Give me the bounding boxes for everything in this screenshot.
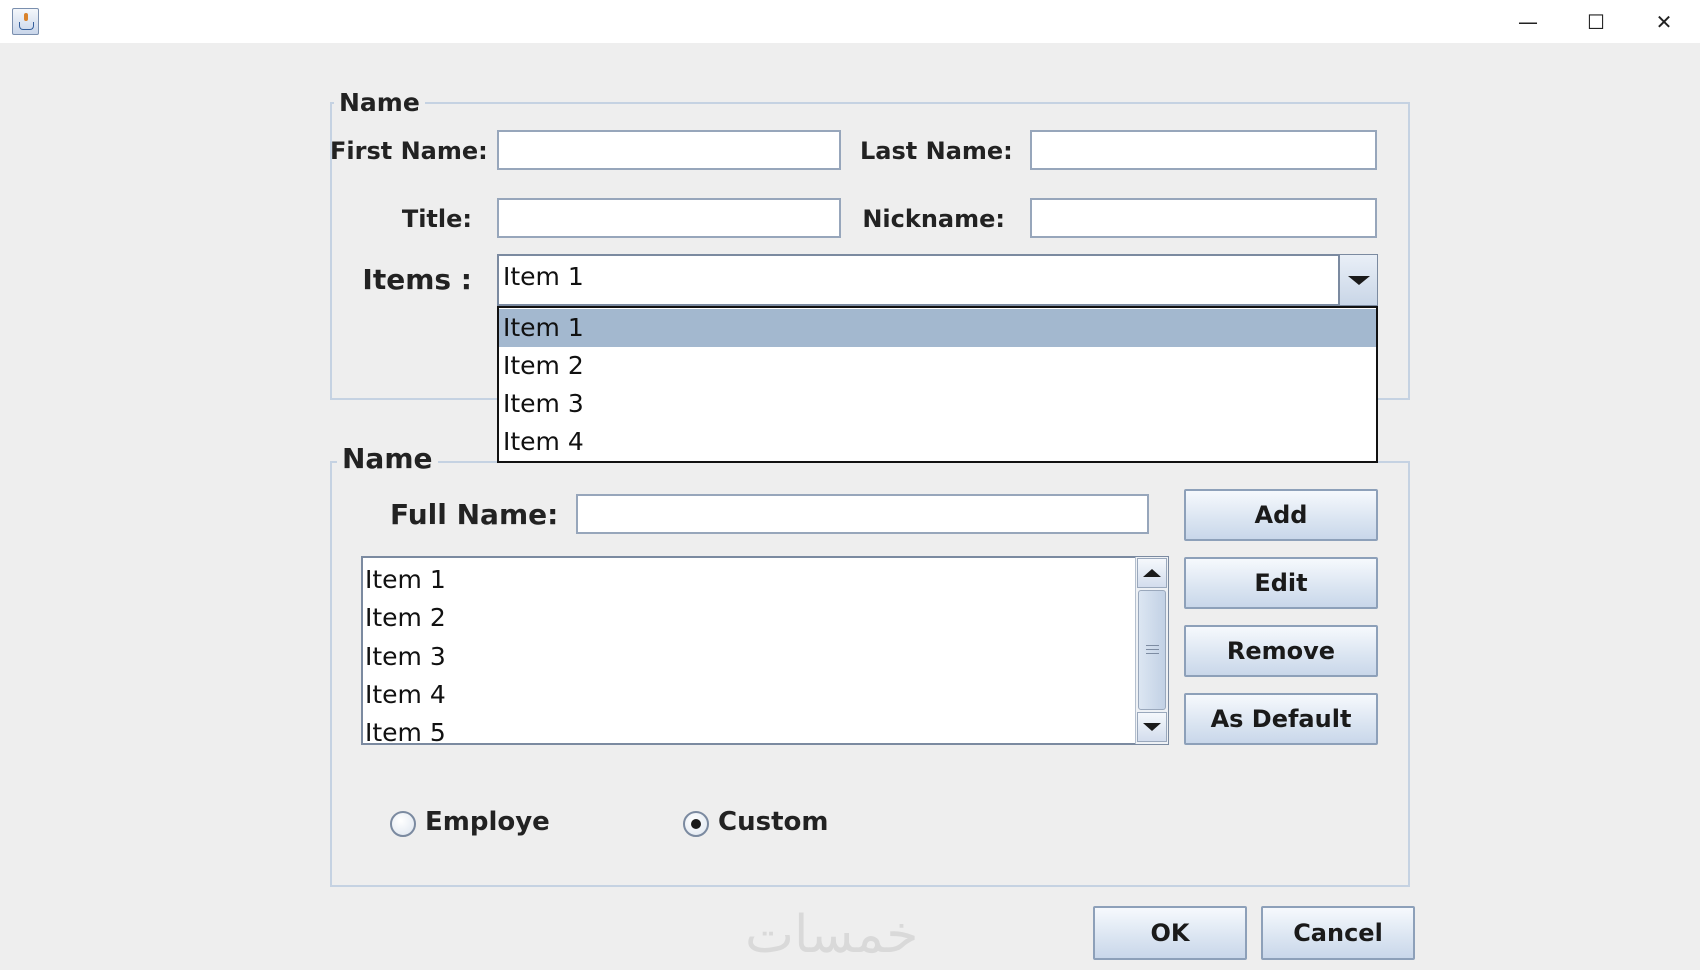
first-name-input[interactable]	[499, 132, 839, 168]
list-group-legend: Name	[337, 442, 438, 475]
last-name-label: Last Name:	[860, 137, 1013, 165]
add-button[interactable]: Add	[1184, 489, 1378, 541]
dropdown-option[interactable]: Item 4	[499, 423, 1376, 461]
scrollbar-thumb[interactable]	[1138, 590, 1166, 710]
chevron-up-icon	[1143, 569, 1161, 577]
watermark-logo: خمسات	[745, 905, 919, 965]
radio-employe-label[interactable]: Employe	[425, 807, 550, 837]
dropdown-option[interactable]: Item 1	[499, 309, 1376, 347]
list-item[interactable]: Item 3	[365, 638, 446, 676]
list-item[interactable]: Item 5	[365, 714, 446, 743]
radio-employe[interactable]	[390, 811, 416, 837]
last-name-input[interactable]	[1032, 132, 1375, 168]
last-name-field[interactable]	[1030, 130, 1377, 170]
chevron-down-icon	[1347, 275, 1370, 285]
first-name-label: First Name:	[330, 137, 488, 165]
items-label: Items :	[362, 263, 472, 296]
radio-custom-label[interactable]: Custom	[718, 807, 828, 837]
list-item[interactable]: Item 2	[365, 599, 446, 637]
title-label: Title:	[401, 205, 472, 233]
scroll-up-button[interactable]	[1137, 558, 1167, 588]
combo-dropdown-button[interactable]	[1338, 255, 1377, 305]
combo-selected-value: Item 1	[503, 262, 584, 291]
nickname-label: Nickname:	[862, 205, 1005, 233]
title-bar	[0, 0, 1700, 43]
list-item[interactable]: Item 4	[365, 676, 446, 714]
dropdown-option[interactable]: Item 3	[499, 385, 1376, 423]
remove-button[interactable]: Remove	[1184, 625, 1378, 677]
scroll-down-button[interactable]	[1137, 712, 1167, 742]
full-name-field[interactable]	[576, 494, 1149, 534]
first-name-field[interactable]	[497, 130, 841, 170]
name-group-legend: Name	[334, 88, 425, 117]
ok-button[interactable]: OK	[1093, 906, 1247, 960]
list-item[interactable]: Item 1	[365, 561, 446, 599]
as-default-button[interactable]: As Default	[1184, 693, 1378, 745]
close-button[interactable]: ✕	[1630, 0, 1698, 43]
maximize-button[interactable]: ☐	[1562, 0, 1630, 43]
items-combobox[interactable]	[497, 254, 1378, 306]
list-scrollbar[interactable]	[1135, 557, 1168, 744]
title-field[interactable]	[497, 198, 841, 238]
full-name-label: Full Name:	[390, 498, 559, 531]
full-name-input[interactable]	[578, 496, 1147, 532]
dropdown-option[interactable]: Item 2	[499, 347, 1376, 385]
java-app-icon	[12, 8, 39, 35]
title-input[interactable]	[499, 200, 839, 236]
radio-custom[interactable]	[683, 811, 709, 837]
chevron-down-icon	[1143, 723, 1161, 731]
edit-button[interactable]: Edit	[1184, 557, 1378, 609]
items-list[interactable]: Item 1 Item 2 Item 3 Item 4 Item 5	[361, 556, 1169, 745]
minimize-button[interactable]: —	[1494, 0, 1562, 43]
items-dropdown-popup[interactable]: Item 1 Item 2 Item 3 Item 4	[497, 306, 1378, 463]
cancel-button[interactable]: Cancel	[1261, 906, 1415, 960]
nickname-field[interactable]	[1030, 198, 1377, 238]
nickname-input[interactable]	[1032, 200, 1375, 236]
